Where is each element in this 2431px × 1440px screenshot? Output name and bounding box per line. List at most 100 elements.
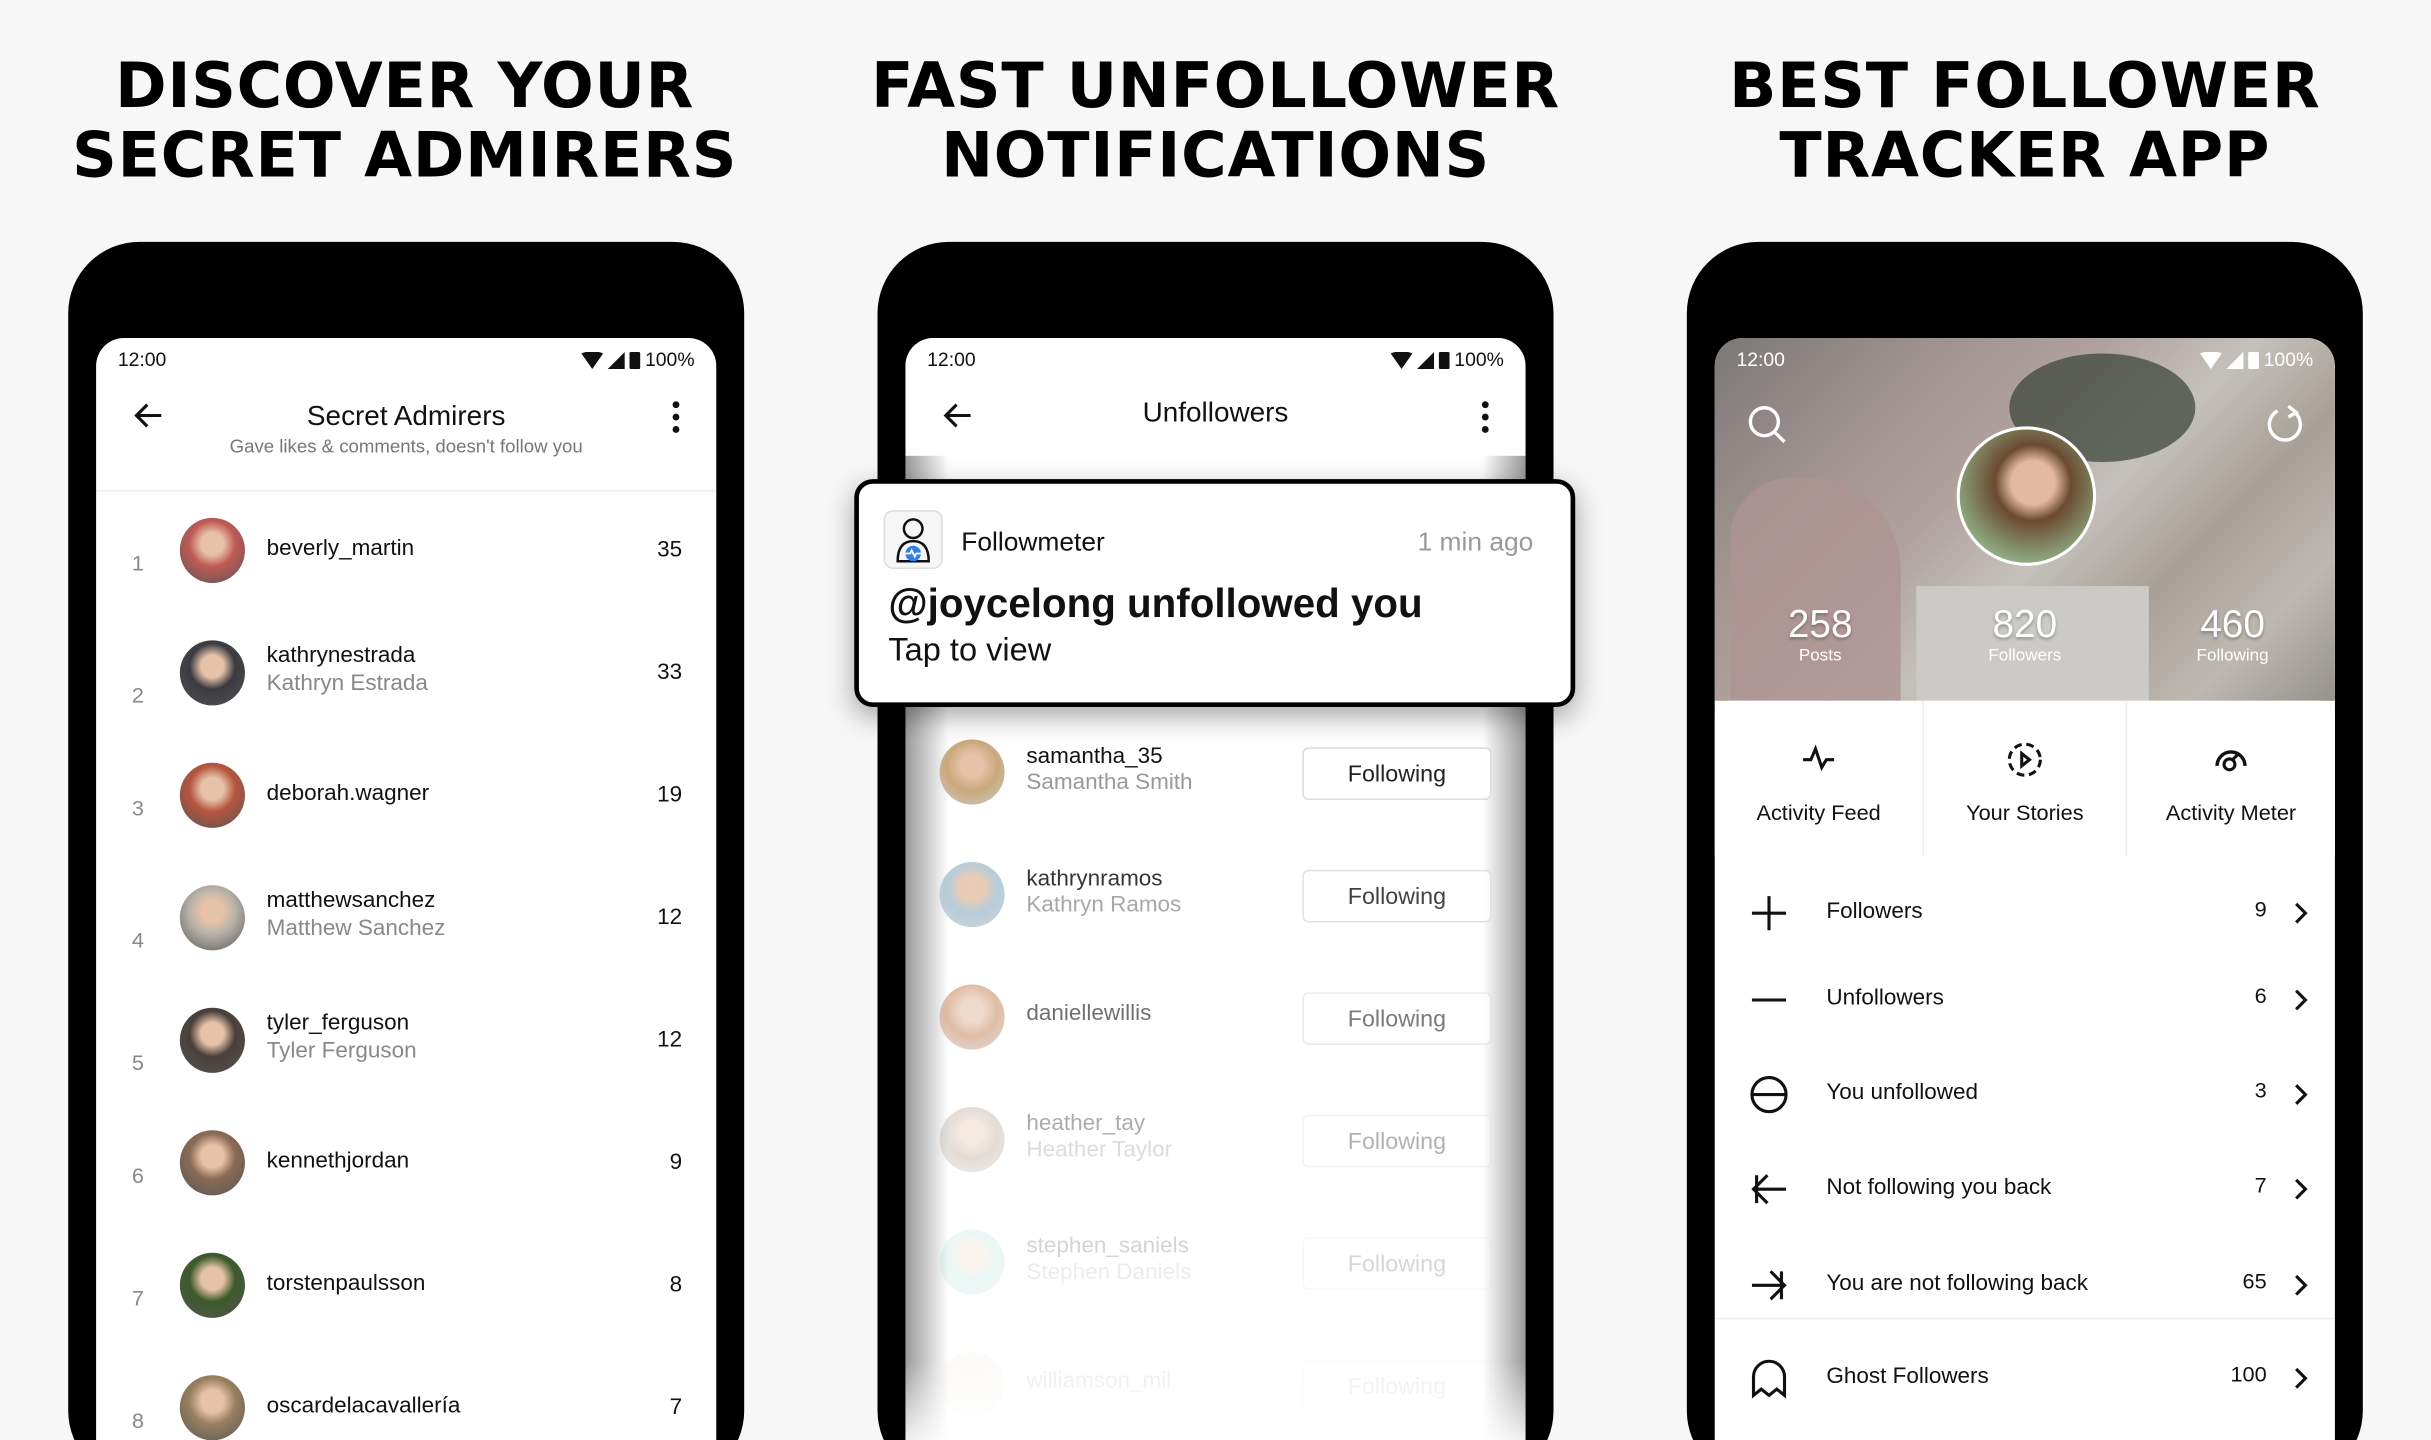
headline-follower-tracker: BEST FOLLOWER TRACKER APP xyxy=(1622,51,2428,193)
username: tyler_ferguson xyxy=(266,1010,410,1036)
avatar[interactable] xyxy=(179,1375,245,1440)
avatar[interactable] xyxy=(939,984,1005,1050)
username: matthewsanchez xyxy=(266,888,436,914)
more-vert-icon[interactable] xyxy=(1479,398,1491,435)
avatar[interactable] xyxy=(179,1007,245,1073)
rank-number: 4 xyxy=(131,927,145,952)
interaction-count: 33 xyxy=(657,660,683,686)
feature-card-activity-meter[interactable]: Activity Meter xyxy=(2125,700,2335,856)
feature-card-activity-feed[interactable]: Activity Feed xyxy=(1714,700,1923,856)
admirer-row[interactable]: 3 deborah.wagner 19 xyxy=(96,762,716,872)
following-button[interactable]: Following xyxy=(1302,1237,1492,1290)
story-play-icon xyxy=(2007,742,2042,777)
battery-level: 100% xyxy=(1454,348,1504,371)
avatar[interactable] xyxy=(179,1252,245,1318)
following-button[interactable]: Following xyxy=(1302,992,1492,1045)
unfollower-row[interactable]: heather_tay Heather Taylor Following xyxy=(905,1105,1525,1214)
interaction-count: 35 xyxy=(657,537,683,563)
menu-item-unfollowers[interactable]: Unfollowers 6 xyxy=(1715,955,2335,1042)
battery-level: 100% xyxy=(2263,348,2314,371)
menu-item-followers[interactable]: Followers 9 xyxy=(1715,868,2335,955)
admirer-row[interactable]: 4 matthewsanchez Matthew Sanchez 12 xyxy=(96,885,716,994)
profile-avatar[interactable] xyxy=(1956,426,2097,566)
headline-line: SECRET ADMIRERS xyxy=(72,120,738,193)
card-label: Activity Meter xyxy=(2165,800,2297,825)
following-button[interactable]: Following xyxy=(1302,747,1492,801)
menu-item-not-following-you-back[interactable]: Not following you back 7 xyxy=(1715,1144,2335,1231)
interaction-count: 12 xyxy=(657,1027,683,1053)
admirer-row[interactable]: 5 tyler_ferguson Tyler Ferguson 12 xyxy=(96,1007,716,1117)
phone-secret-admirers: 12:00 100% Secret Admirers Gave likes & … xyxy=(68,241,745,1440)
menu-count: 65 xyxy=(2242,1268,2267,1294)
unfollower-row[interactable]: stephen_saniels Stephen Daniels Following xyxy=(905,1228,1525,1337)
headline-line: NOTIFICATIONS xyxy=(941,120,1490,193)
admirer-row[interactable]: 1 beverly_martin 35 xyxy=(96,517,716,627)
username: beverly_martin xyxy=(266,536,415,562)
chevron-right-icon xyxy=(2295,989,2308,1011)
signal-icon xyxy=(2226,351,2244,369)
stat-label: Followers xyxy=(1988,646,2062,666)
following-button[interactable]: Following xyxy=(1302,869,1492,923)
username: oscardelacavallería xyxy=(266,1393,461,1419)
push-notification[interactable]: Followmeter 1 min ago @joycelong unfollo… xyxy=(854,479,1576,707)
menu-label: Not following you back xyxy=(1826,1175,2052,1201)
avatar[interactable] xyxy=(179,517,245,583)
unfollower-row[interactable]: samantha_35 Samantha Smith Following xyxy=(905,738,1525,847)
notification-title: @joycelong unfollowed you xyxy=(888,579,1423,627)
stat-label: Following xyxy=(2196,646,2269,666)
more-vert-icon[interactable] xyxy=(670,398,682,435)
rank-number: 6 xyxy=(131,1162,145,1188)
feature-card-your-stories[interactable]: Your Stories xyxy=(1922,700,2126,856)
avatar[interactable] xyxy=(939,1106,1005,1173)
menu-label: Ghost Followers xyxy=(1826,1364,1989,1390)
plus-icon xyxy=(1751,896,1787,931)
notification-time: 1 min ago xyxy=(1417,527,1534,557)
unfollower-row[interactable]: kathrynramos Kathryn Ramos Following xyxy=(905,860,1525,969)
headline-unfollower-notifications: FAST UNFOLLOWER NOTIFICATIONS xyxy=(812,52,1618,193)
chevron-right-icon xyxy=(2295,1084,2308,1105)
interaction-count: 8 xyxy=(669,1272,683,1298)
avatar[interactable] xyxy=(939,862,1005,928)
stat-label: Posts xyxy=(1798,646,1842,666)
followmeter-app-icon xyxy=(883,510,943,569)
refresh-icon[interactable] xyxy=(2264,403,2307,446)
menu-count: 9 xyxy=(2254,896,2267,921)
username: stephen_saniels xyxy=(1026,1234,1189,1259)
avatar[interactable] xyxy=(179,885,245,951)
full-name: Matthew Sanchez xyxy=(266,916,446,942)
admirer-row[interactable]: 7 torstenpaulsson 8 xyxy=(96,1252,716,1362)
divider xyxy=(1714,1317,2335,1320)
username: torstenpaulsson xyxy=(266,1271,426,1297)
username: daniellewillis xyxy=(1026,1001,1152,1027)
wifi-icon xyxy=(2200,351,2222,369)
avatar[interactable] xyxy=(939,1229,1005,1295)
arrow-in-icon xyxy=(1751,1174,1787,1205)
following-button[interactable]: Following xyxy=(1302,1114,1492,1168)
battery-icon xyxy=(629,351,641,369)
notification-body: Tap to view xyxy=(888,632,1052,669)
full-name: Samantha Smith xyxy=(1026,770,1193,796)
stat-value: 258 xyxy=(1787,603,1853,647)
admirer-row[interactable]: 6 kennethjordan 9 xyxy=(96,1130,716,1239)
search-icon[interactable] xyxy=(1746,403,1789,446)
rank-number: 2 xyxy=(131,682,145,707)
menu-item-you-are-not-following-back[interactable]: You are not following back 65 xyxy=(1715,1240,2335,1327)
admirer-row[interactable]: 8 oscardelacavallería 7 xyxy=(96,1375,716,1440)
menu-item-ghost-followers[interactable]: Ghost Followers 100 xyxy=(1715,1333,2335,1420)
avatar[interactable] xyxy=(179,1130,245,1196)
minus-icon xyxy=(1751,998,1787,1002)
full-name: Tyler Ferguson xyxy=(266,1038,417,1064)
menu-label: Followers xyxy=(1826,899,1923,925)
headline-line: BEST FOLLOWER xyxy=(1729,51,2321,123)
screen: 12:00 100% Secret Admirers Gave likes & … xyxy=(96,337,717,1440)
menu-item-you-unfollowed[interactable]: You unfollowed 3 xyxy=(1715,1050,2335,1137)
username: samantha_35 xyxy=(1026,744,1163,769)
avatar[interactable] xyxy=(179,762,245,828)
avatar[interactable] xyxy=(179,640,245,706)
admirer-row[interactable]: 2 kathrynestrada Kathryn Estrada 33 xyxy=(96,640,716,749)
avatar[interactable] xyxy=(939,739,1005,805)
status-bar: 12:00 100% xyxy=(1736,346,2313,374)
unfollower-row[interactable]: daniellewillis Following xyxy=(905,983,1525,1092)
screen: 12:00 100% 258 Posts 820 Followers 460 Follow… xyxy=(1714,337,2335,1440)
page-title: Unfollowers xyxy=(1142,396,1289,428)
